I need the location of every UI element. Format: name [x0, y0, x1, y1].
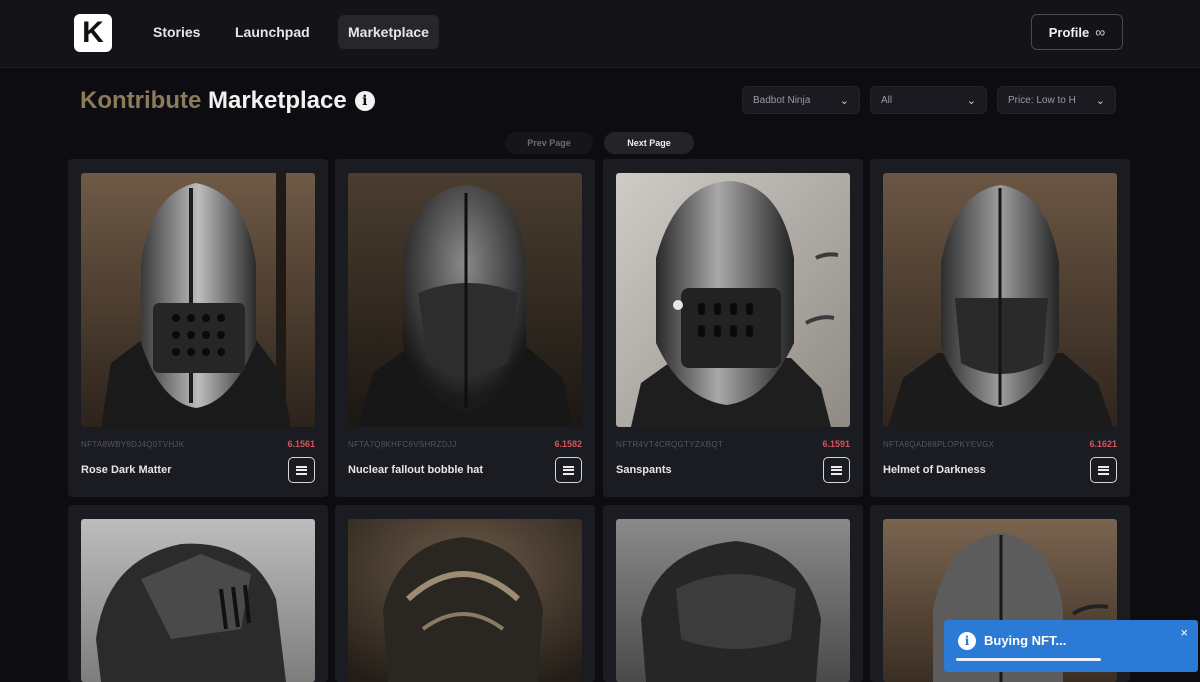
buying-nft-toast: i Buying NFT... ×	[944, 620, 1198, 672]
nav-marketplace[interactable]: Marketplace	[338, 15, 439, 49]
menu-icon	[1098, 465, 1109, 475]
nft-image	[81, 519, 315, 682]
toast-message: Buying NFT...	[984, 633, 1067, 648]
toast-progress-bar	[956, 658, 1101, 661]
category-select[interactable]: All ⌄	[870, 86, 987, 114]
sort-value: Price: Low to H	[1008, 94, 1076, 106]
sort-select[interactable]: Price: Low to H ⌄	[997, 86, 1116, 114]
nft-price: 6.1561	[287, 439, 315, 449]
prev-page-button[interactable]: Prev Page	[505, 132, 593, 154]
card-menu-button[interactable]	[555, 457, 582, 483]
page-title: Kontribute Marketplace i	[80, 84, 375, 118]
top-navigation: K Stories Launchpad Marketplace Profile …	[0, 0, 1200, 68]
profile-button[interactable]: Profile ∞	[1031, 14, 1123, 50]
nft-price: 6.1621	[1089, 439, 1117, 449]
title-brand: Kontribute	[80, 87, 202, 114]
nft-image	[883, 173, 1117, 427]
nft-name: Rose Dark Matter	[81, 464, 172, 476]
nft-image	[348, 519, 582, 682]
nft-image	[348, 173, 582, 427]
nft-image	[81, 173, 315, 427]
menu-icon	[831, 465, 842, 475]
title-rest: Marketplace	[207, 87, 347, 114]
card-menu-button[interactable]	[823, 457, 850, 483]
nft-price: 6.1591	[822, 439, 850, 449]
menu-icon	[563, 465, 574, 475]
category-value: All	[881, 94, 893, 106]
nft-card[interactable]: NFTA8WBY9DJ4Q0TVHJK 6.1561 Rose Dark Mat…	[68, 159, 328, 497]
nft-id: NFTR4VT4CRQGTYZXBQT	[616, 440, 724, 449]
card-menu-button[interactable]	[288, 457, 315, 483]
nav-stories[interactable]: Stories	[143, 15, 210, 49]
collection-value: Badbot Ninja	[753, 94, 811, 106]
chevron-down-icon: ⌄	[966, 94, 976, 107]
nft-name: Nuclear fallout bobble hat	[348, 464, 484, 476]
nft-price: 6.1582	[554, 439, 582, 449]
logo-letter: K	[82, 16, 104, 49]
info-icon[interactable]: i	[354, 91, 375, 111]
kontribute-logo[interactable]: K	[74, 14, 112, 52]
nft-id: NFTA7Q8KHFC6VSHRZDJJ	[348, 440, 457, 449]
nav-launchpad[interactable]: Launchpad	[225, 15, 320, 49]
nft-id: NFTA6QAD88PLOPKYEVGX	[883, 440, 995, 449]
nft-card[interactable]: NFTA6QAD88PLOPKYEVGX 6.1621 Helmet of Da…	[870, 159, 1130, 497]
nft-card[interactable]: NFTA7Q8KHFC6VSHRZDJJ 6.1582 Nuclear fall…	[335, 159, 595, 497]
card-menu-button[interactable]	[1090, 457, 1117, 483]
profile-label: Profile	[1048, 24, 1090, 40]
chevron-down-icon: ⌄	[1095, 94, 1105, 107]
chevron-down-icon: ⌄	[839, 94, 849, 107]
close-icon[interactable]: ×	[1180, 625, 1188, 640]
nft-card[interactable]	[603, 505, 863, 682]
menu-icon	[296, 465, 307, 475]
infinity-icon: ∞	[1095, 24, 1106, 40]
next-page-button[interactable]: Next Page	[604, 132, 694, 154]
collection-select[interactable]: Badbot Ninja ⌄	[742, 86, 860, 114]
nft-image	[616, 519, 850, 682]
nft-card[interactable]	[335, 505, 595, 682]
nft-name: Helmet of Darkness	[883, 464, 986, 476]
nft-name: Sanspants	[616, 464, 672, 476]
nft-card[interactable]	[68, 505, 328, 682]
info-icon: i	[958, 632, 976, 650]
nft-image	[616, 173, 850, 427]
nft-card[interactable]: NFTR4VT4CRQGTYZXBQT 6.1591 Sanspants	[603, 159, 863, 497]
nft-id: NFTA8WBY9DJ4Q0TVHJK	[81, 440, 185, 449]
